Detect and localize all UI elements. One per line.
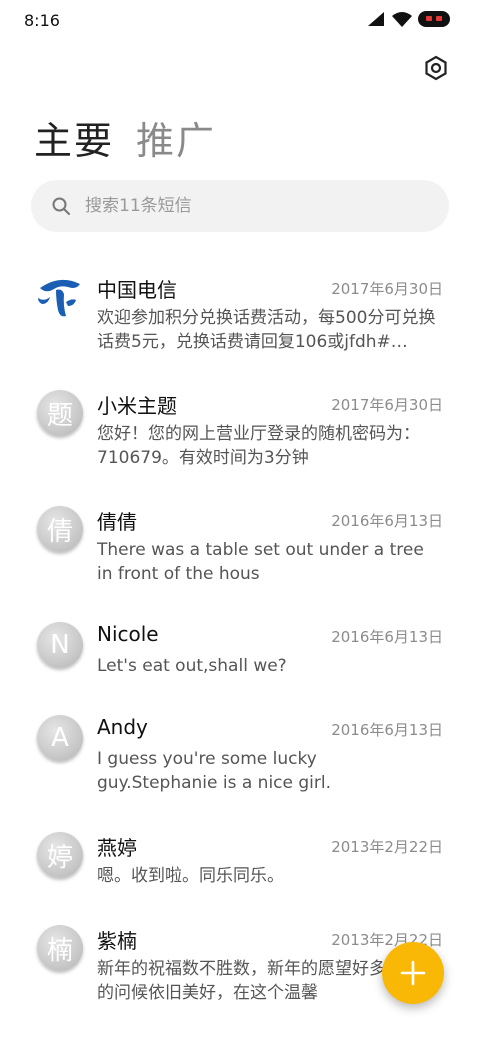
contact-name: Andy	[97, 715, 148, 739]
compose-button[interactable]	[382, 942, 444, 1004]
message-date: 2016年6月13日	[331, 721, 443, 739]
settings-button[interactable]	[420, 52, 452, 84]
message-preview: There was a table set out under a tree i…	[97, 540, 424, 584]
conversation-row[interactable]: 倩 倩倩 2016年6月13日 There was a table set ou…	[0, 492, 480, 592]
settings-icon	[425, 55, 447, 81]
message-date: 2017年6月30日	[331, 396, 443, 414]
contact-name: Nicole	[97, 622, 159, 646]
message-date: 2016年6月13日	[331, 628, 443, 646]
conversation-row[interactable]: N Nicole 2016年6月13日 Let's eat out,shall …	[0, 608, 480, 708]
plus-icon	[400, 960, 426, 986]
status-bar: 8:16	[0, 0, 480, 40]
tab-bar: 主要 推广	[34, 110, 216, 165]
message-date: 2016年6月13日	[331, 512, 443, 530]
message-preview: 欢迎参加积分兑换话费活动，每500分可兑换话费5元，兑换话费请回复106或jfd…	[97, 308, 436, 352]
avatar: 题	[37, 390, 83, 436]
message-preview: 嗯。收到啦。同乐同乐。	[97, 866, 284, 886]
avatar: 倩	[37, 506, 83, 552]
wifi-icon	[392, 12, 412, 27]
message-preview: Let's eat out,shall we?	[97, 656, 287, 676]
message-preview: 您好！您的网上营业厅登录的随机密码为：710679。有效时间为3分钟	[97, 424, 420, 468]
tab-primary[interactable]: 主要	[34, 110, 114, 165]
signal-icon	[368, 12, 384, 26]
search-input[interactable]	[83, 195, 387, 217]
contact-name: 燕婷	[97, 836, 137, 860]
china-telecom-logo	[38, 279, 80, 317]
conversation-row[interactable]: A Andy 2016年6月13日 I guess you're some lu…	[0, 701, 480, 801]
contact-name: 紫楠	[97, 929, 137, 953]
message-preview: I guess you're some lucky guy.Stephanie …	[97, 749, 332, 793]
status-icons	[368, 11, 450, 27]
message-date: 2013年2月22日	[331, 838, 443, 856]
avatar: 楠	[37, 925, 83, 971]
contact-name: 倩倩	[97, 510, 137, 534]
search-bar[interactable]	[31, 180, 449, 232]
tab-promotions[interactable]: 推广	[136, 110, 216, 165]
contact-name: 中国电信	[97, 278, 177, 302]
avatar: N	[37, 622, 83, 668]
message-date: 2017年6月30日	[331, 280, 443, 298]
battery-icon	[418, 11, 450, 27]
search-icon	[52, 197, 70, 215]
contact-name: 小米主题	[97, 394, 177, 418]
conversation-row[interactable]: 题 小米主题 2017年6月30日 您好！您的网上营业厅登录的随机密码为：710…	[0, 376, 480, 476]
avatar: A	[37, 715, 83, 761]
avatar: 婷	[37, 832, 83, 878]
status-time: 8:16	[24, 11, 60, 30]
conversation-row[interactable]: 中国电信 2017年6月30日 欢迎参加积分兑换话费活动，每500分可兑换话费5…	[0, 260, 480, 360]
conversation-row[interactable]: 婷 燕婷 2013年2月22日 嗯。收到啦。同乐同乐。	[0, 818, 480, 918]
